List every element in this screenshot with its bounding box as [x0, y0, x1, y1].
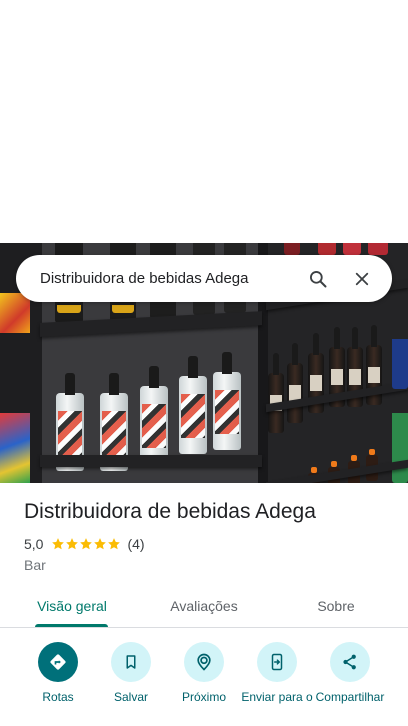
rating-row[interactable]: 5,0 (4)	[24, 536, 145, 552]
star-icon	[80, 538, 93, 550]
review-count[interactable]: (4)	[127, 536, 144, 552]
map-area	[0, 0, 408, 243]
nearby-button[interactable]: Próximo	[167, 642, 241, 704]
share-button[interactable]: Compartilhar	[313, 642, 387, 704]
star-icon	[66, 538, 79, 550]
send-to-phone-icon[interactable]	[257, 642, 297, 682]
close-icon[interactable]	[344, 261, 380, 297]
star-icon	[108, 538, 121, 550]
place-title: Distribuidora de bebidas Adega	[24, 500, 316, 523]
directions-label: Rotas	[42, 690, 74, 704]
search-icon[interactable]	[300, 261, 336, 297]
send-to-phone-label: Enviar para o	[241, 690, 313, 704]
tab-about[interactable]: Sobre	[296, 585, 376, 627]
search-query-text[interactable]: Distribuidora de bebidas Adega	[40, 270, 300, 287]
star-icon	[94, 538, 107, 550]
tab-bar: Visão geral Avaliações Sobre	[0, 585, 408, 628]
share-label: Compartilhar	[315, 690, 385, 704]
active-tab-indicator	[35, 624, 108, 627]
nearby-label: Próximo	[181, 690, 226, 704]
tab-reviews[interactable]: Avaliações	[154, 585, 254, 627]
rating-stars	[51, 537, 121, 551]
directions-button[interactable]: Rotas	[21, 642, 95, 704]
place-category[interactable]: Bar	[24, 557, 46, 573]
share-icon[interactable]	[330, 642, 370, 682]
rating-value: 5,0	[24, 536, 44, 552]
tab-overview[interactable]: Visão geral	[24, 585, 120, 627]
bookmark-icon[interactable]	[111, 642, 151, 682]
save-button[interactable]: Salvar	[94, 642, 168, 704]
send-to-phone-button[interactable]: Enviar para o	[240, 642, 314, 704]
nearby-icon[interactable]	[184, 642, 224, 682]
save-label: Salvar	[113, 690, 148, 704]
directions-icon[interactable]	[38, 642, 78, 682]
search-bar[interactable]: Distribuidora de bebidas Adega	[16, 255, 392, 302]
star-icon	[52, 538, 65, 550]
